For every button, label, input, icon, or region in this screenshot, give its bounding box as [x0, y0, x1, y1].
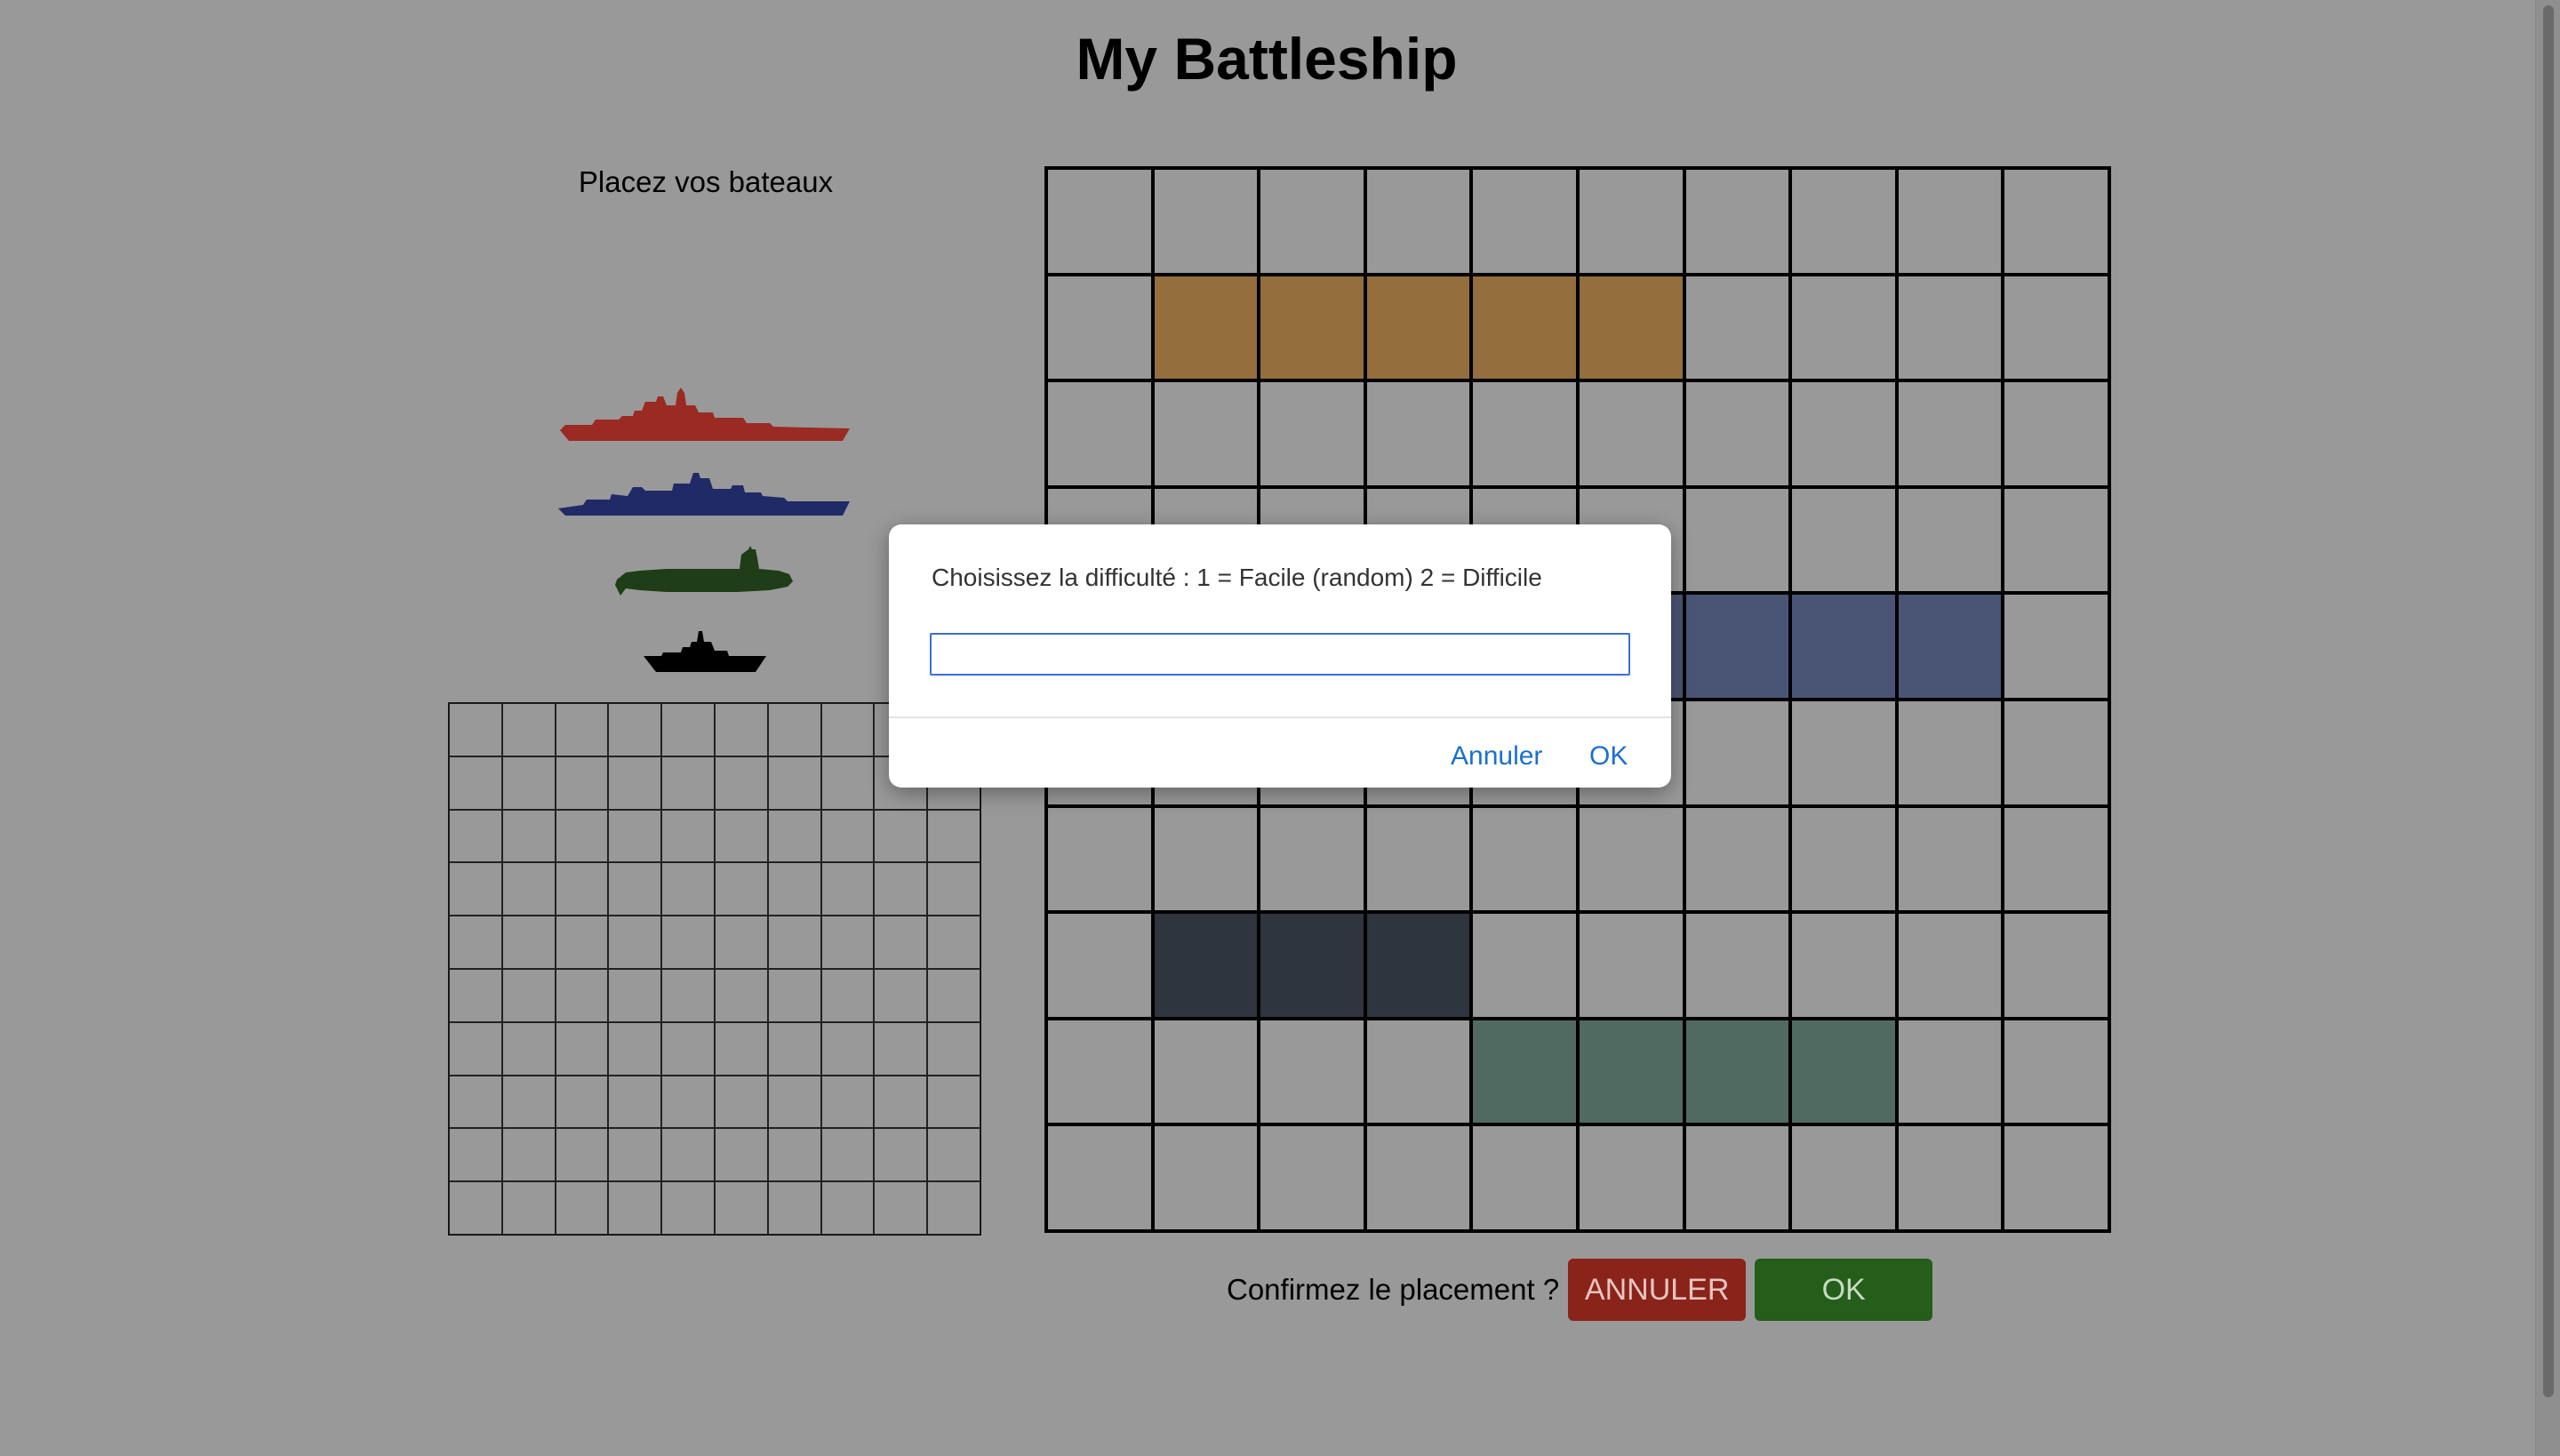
difficulty-prompt-dialog: Choisissez la difficulté : 1 = Facile (r…	[889, 524, 1671, 788]
battleship-page: My Battleship Placez vos bateaux Confirm…	[0, 0, 2560, 1456]
difficulty-input[interactable]	[930, 633, 1630, 676]
dialog-cancel-button[interactable]: Annuler	[1451, 741, 1542, 772]
dialog-ok-button[interactable]: OK	[1589, 741, 1628, 772]
dialog-message: Choisissez la difficulté : 1 = Facile (r…	[932, 564, 1542, 591]
dialog-divider	[889, 716, 1671, 718]
